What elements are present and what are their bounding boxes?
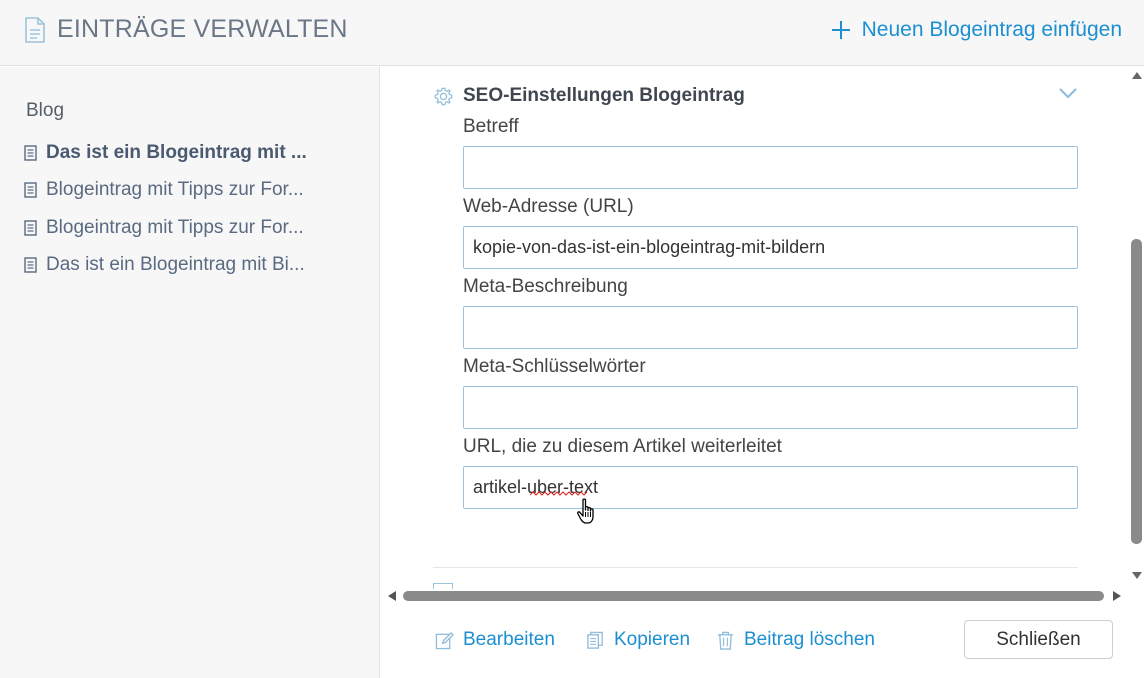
vertical-scrollbar[interactable] — [1129, 67, 1144, 587]
scroll-up-arrow-icon[interactable] — [1132, 72, 1142, 79]
edit-label: Bearbeiten — [463, 629, 555, 650]
sidebar-entry-label: Das ist ein Blogeintrag mit Bi... — [46, 254, 305, 276]
copy-button[interactable]: Kopieren — [586, 629, 690, 651]
edit-button[interactable]: Bearbeiten — [435, 629, 555, 651]
copy-icon — [587, 631, 603, 649]
document-icon — [24, 220, 37, 236]
subject-label: Betreff — [463, 116, 519, 137]
page-title: EINTRÄGE VERWALTEN — [57, 15, 348, 43]
scroll-left-arrow-icon[interactable] — [388, 591, 396, 601]
gear-icon — [434, 87, 453, 105]
entry-list: Das ist ein Blogeintrag mit ... Blogeint… — [24, 134, 307, 284]
action-footer: Bearbeiten Kopieren Beitrag löschen Schl… — [381, 620, 1144, 660]
chevron-down-icon[interactable] — [1058, 86, 1078, 100]
pencil-icon — [435, 631, 454, 649]
trash-icon — [717, 631, 734, 650]
horizontal-scroll-thumb[interactable] — [403, 591, 1104, 601]
sidebar-entry-label: Das ist ein Blogeintrag mit ... — [46, 141, 307, 163]
section-divider — [433, 567, 1078, 568]
sidebar-entry[interactable]: Blogeintrag mit Tipps zur For... — [24, 209, 307, 247]
sidebar-entry[interactable]: Das ist ein Blogeintrag mit Bi... — [24, 247, 307, 285]
meta-keywords-field[interactable] — [463, 386, 1078, 429]
plus-icon — [831, 21, 850, 39]
document-icon — [25, 17, 45, 43]
header-bar: EINTRÄGE VERWALTEN Neuen Blogeintrag ein… — [0, 0, 1144, 66]
sidebar-entry[interactable]: Das ist ein Blogeintrag mit ... — [24, 134, 307, 172]
seo-section-header[interactable]: SEO-Einstellungen Blogeintrag — [433, 85, 745, 107]
scroll-right-arrow-icon[interactable] — [1113, 591, 1121, 601]
meta-keywords-label: Meta-Schlüsselwörter — [463, 356, 646, 377]
document-icon — [24, 145, 37, 161]
vertical-scroll-thumb[interactable] — [1131, 239, 1142, 544]
meta-description-field[interactable] — [463, 306, 1078, 349]
subject-field[interactable] — [463, 146, 1078, 189]
scroll-down-arrow-icon[interactable] — [1132, 572, 1142, 579]
document-icon — [24, 257, 37, 273]
sidebar-entry[interactable]: Blogeintrag mit Tipps zur For... — [24, 172, 307, 210]
new-entry-label: Neuen Blogeintrag einfügen — [861, 18, 1122, 41]
redirect-url-label: URL, die zu diesem Artikel weiterleitet — [463, 436, 782, 457]
meta-description-label: Meta-Beschreibung — [463, 276, 628, 297]
document-icon — [24, 182, 37, 198]
spellcheck-underline — [530, 491, 588, 496]
redirect-url-field[interactable] — [463, 466, 1078, 509]
copy-label: Kopieren — [614, 629, 691, 650]
web-address-label: Web-Adresse (URL) — [463, 196, 634, 217]
entry-detail-panel: SEO-Einstellungen Blogeintrag Betreff We… — [381, 67, 1144, 678]
delete-entry-button[interactable]: Beitrag löschen — [716, 629, 875, 651]
web-address-field[interactable] — [463, 226, 1078, 269]
horizontal-scrollbar[interactable] — [381, 588, 1129, 604]
hand-pointer-icon — [577, 498, 594, 524]
close-button[interactable]: Schließen — [964, 620, 1113, 659]
sidebar: Blog Das ist ein Blogeintrag mit ... Blo… — [0, 67, 380, 678]
delete-entry-label: Beitrag löschen — [744, 629, 875, 650]
new-entry-button[interactable]: Neuen Blogeintrag einfügen — [831, 18, 1122, 42]
seo-section-title: SEO-Einstellungen Blogeintrag — [463, 85, 745, 106]
sidebar-blog-label[interactable]: Blog — [26, 100, 64, 122]
sidebar-entry-label: Blogeintrag mit Tipps zur For... — [46, 216, 304, 238]
sidebar-entry-label: Blogeintrag mit Tipps zur For... — [46, 179, 304, 201]
